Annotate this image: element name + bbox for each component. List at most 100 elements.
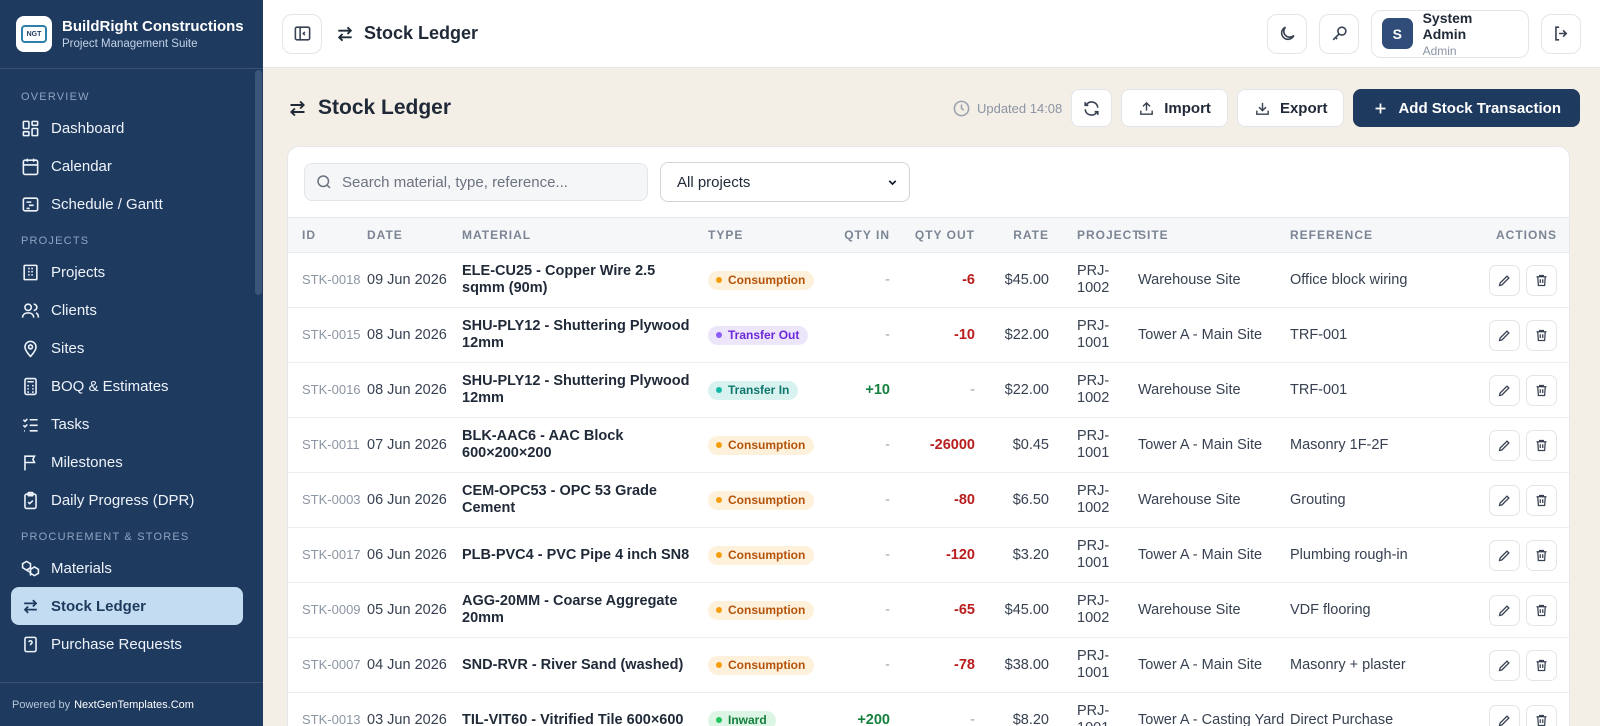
delete-button[interactable]	[1526, 539, 1557, 571]
table-row[interactable]: STK-0013 03 Jun 2026 TIL-VIT60 - Vitrifi…	[288, 692, 1569, 726]
cell-actions	[1418, 692, 1569, 726]
sidebar-item-stock-ledger[interactable]: Stock Ledger	[11, 587, 243, 625]
sidebar-item-boq-estimates[interactable]: BOQ & Estimates	[11, 367, 243, 405]
import-button[interactable]: Import	[1121, 89, 1228, 127]
sidebar-item-label: Dashboard	[51, 119, 125, 137]
sidebar-toggle-button[interactable]	[282, 13, 322, 54]
table-row[interactable]: STK-0009 05 Jun 2026 AGG-20MM - Coarse A…	[288, 582, 1569, 638]
key-button[interactable]	[1319, 13, 1359, 54]
sidebar-item-projects[interactable]: Projects	[11, 253, 243, 291]
col-rate[interactable]: RATE	[975, 217, 1049, 253]
edit-button[interactable]	[1489, 649, 1520, 681]
cell-date: 09 Jun 2026	[367, 252, 462, 308]
cell-qty-in: -	[820, 252, 890, 308]
cell-date: 06 Jun 2026	[367, 472, 462, 528]
add-stock-transaction-button[interactable]: Add Stock Transaction	[1353, 89, 1580, 127]
sidebar-item-tasks[interactable]: Tasks	[11, 405, 243, 443]
edit-button[interactable]	[1489, 484, 1520, 516]
trash-icon	[1536, 439, 1547, 451]
swap-icon	[337, 26, 353, 41]
brand[interactable]: NGT BuildRight Constructions Project Man…	[0, 0, 263, 69]
table-row[interactable]: STK-0018 09 Jun 2026 ELE-CU25 - Copper W…	[288, 252, 1569, 308]
edit-button[interactable]	[1489, 594, 1520, 626]
sidebar-item-sites[interactable]: Sites	[11, 329, 243, 367]
edit-button[interactable]	[1489, 704, 1520, 726]
sidebar-item-label: Tasks	[51, 415, 90, 433]
cell-rate: $45.00	[975, 252, 1049, 308]
table-row[interactable]: STK-0017 06 Jun 2026 PLB-PVC4 - PVC Pipe…	[288, 527, 1569, 583]
edit-button[interactable]	[1489, 539, 1520, 571]
edit-button[interactable]	[1489, 374, 1520, 406]
sidebar-item-purchase-requests[interactable]: Purchase Requests	[11, 625, 243, 663]
swap-icon	[23, 599, 38, 613]
cell-date: 04 Jun 2026	[367, 637, 462, 693]
avatar: S	[1382, 18, 1413, 49]
delete-button[interactable]	[1526, 484, 1557, 516]
badge-dot	[716, 717, 722, 723]
delete-button[interactable]	[1526, 374, 1557, 406]
col-qty-in[interactable]: QTY IN	[820, 217, 890, 253]
refresh-button[interactable]	[1071, 89, 1113, 127]
user-menu[interactable]: S System Admin Admin	[1371, 9, 1529, 58]
sidebar-item-milestones[interactable]: Milestones	[11, 443, 243, 481]
edit-button[interactable]	[1489, 319, 1520, 351]
export-button[interactable]: Export	[1236, 89, 1345, 127]
cell-rate: $8.20	[975, 692, 1049, 726]
cell-date: 08 Jun 2026	[367, 362, 462, 418]
user-role: Admin	[1422, 43, 1457, 58]
sidebar-item-calendar[interactable]: Calendar	[11, 147, 243, 185]
col-qty-out[interactable]: QTY OUT	[890, 217, 975, 253]
powered-by-link[interactable]: NextGenTemplates.Com	[74, 699, 194, 711]
delete-button[interactable]	[1526, 429, 1557, 461]
delete-button[interactable]	[1526, 704, 1557, 726]
sidebar-item-dashboard[interactable]: Dashboard	[11, 109, 243, 147]
table-row[interactable]: STK-0007 04 Jun 2026 SND-RVR - River San…	[288, 637, 1569, 693]
sidebar-item-label: Projects	[51, 263, 106, 281]
logout-button[interactable]	[1541, 13, 1581, 54]
sidebar-item-label: Purchase Requests	[51, 635, 182, 653]
col-id[interactable]: ID	[288, 217, 367, 253]
delete-button[interactable]	[1526, 264, 1557, 296]
cell-id: STK-0007	[288, 637, 367, 693]
table-row[interactable]: STK-0003 06 Jun 2026 CEM-OPC53 - OPC 53 …	[288, 472, 1569, 528]
pencil-icon	[1498, 274, 1510, 286]
pencil-icon	[1498, 659, 1510, 671]
sidebar-scrollbar[interactable]	[255, 70, 262, 295]
theme-toggle-button[interactable]	[1267, 13, 1307, 54]
cell-type: Transfer Out	[708, 307, 820, 363]
col-site[interactable]: SITE	[1138, 217, 1290, 253]
sidebar-item-schedule-gantt[interactable]: Schedule / Gantt	[11, 185, 243, 223]
cell-id: STK-0018	[288, 252, 367, 308]
export-button-label: Export	[1279, 99, 1328, 117]
sidebar-item-clients[interactable]: Clients	[11, 291, 243, 329]
table-row[interactable]: STK-0011 07 Jun 2026 BLK-AAC6 - AAC Bloc…	[288, 417, 1569, 473]
delete-button[interactable]	[1526, 649, 1557, 681]
cell-site: Tower A - Casting Yard	[1138, 692, 1290, 726]
cell-type: Consumption	[708, 527, 820, 583]
search-input[interactable]	[342, 173, 632, 191]
cell-site: Tower A - Main Site	[1138, 417, 1290, 473]
col-reference[interactable]: REFERENCE	[1290, 217, 1418, 253]
brand-logo: NGT	[16, 16, 52, 52]
cell-date: 05 Jun 2026	[367, 582, 462, 638]
edit-button[interactable]	[1489, 429, 1520, 461]
cell-qty-out: -78	[890, 637, 975, 693]
col-material[interactable]: MATERIAL	[462, 217, 708, 253]
col-project[interactable]: PROJECT	[1049, 217, 1140, 253]
project-select[interactable]: All projects	[660, 162, 910, 202]
col-date[interactable]: DATE	[367, 217, 462, 253]
delete-button[interactable]	[1526, 319, 1557, 351]
type-badge: Consumption	[708, 655, 815, 675]
cell-id: STK-0016	[288, 362, 367, 418]
cell-type: Consumption	[708, 582, 820, 638]
sidebar-item-materials[interactable]: Materials	[11, 549, 243, 587]
sidebar-item-daily-progress[interactable]: Daily Progress (DPR)	[11, 481, 243, 519]
cell-material: TIL-VIT60 - Vitrified Tile 600×600	[462, 692, 708, 726]
table-row[interactable]: STK-0016 08 Jun 2026 SHU-PLY12 - Shutter…	[288, 362, 1569, 418]
delete-button[interactable]	[1526, 594, 1557, 626]
col-type[interactable]: TYPE	[708, 217, 820, 253]
cell-reference: TRF-001	[1290, 362, 1418, 418]
table-row[interactable]: STK-0015 08 Jun 2026 SHU-PLY12 - Shutter…	[288, 307, 1569, 363]
clipboard-icon	[24, 491, 37, 509]
edit-button[interactable]	[1489, 264, 1520, 296]
